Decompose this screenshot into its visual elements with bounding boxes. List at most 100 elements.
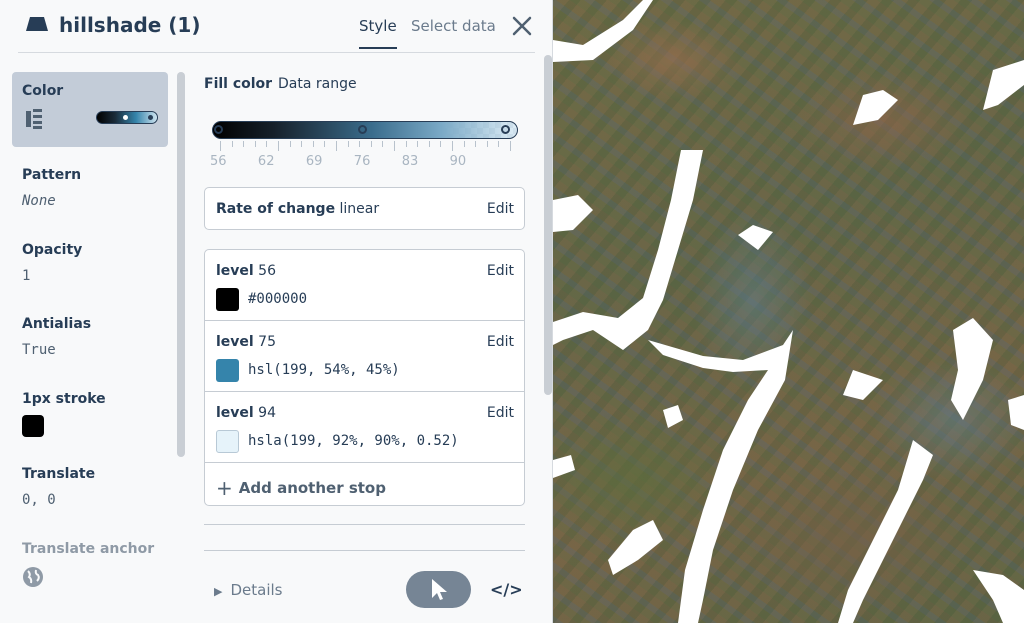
property-label: Translate anchor: [22, 541, 155, 557]
tab-select-data[interactable]: Select data: [411, 17, 496, 35]
ramp-tick: [243, 141, 245, 147]
property-opacity[interactable]: Opacity 1: [12, 231, 168, 295]
ramp-tick-label: 62: [257, 154, 275, 169]
section-divider: [204, 524, 525, 525]
ramp-tick: [417, 141, 419, 147]
mini-color-ramp: [96, 111, 158, 124]
stop-color-value: hsla(199, 92%, 90%, 0.52): [248, 433, 459, 449]
layer-title: hillshade (1): [59, 13, 201, 37]
rate-of-change: Rate of change linear: [216, 201, 379, 217]
add-stop-button[interactable]: + Add another stop: [216, 476, 386, 500]
ramp-tick: [231, 141, 233, 147]
tab-style[interactable]: Style: [359, 17, 397, 49]
ramp-tick-label: 83: [401, 154, 419, 169]
ramp-tick: [498, 141, 500, 147]
map-terrain: [553, 0, 1024, 623]
fill-layer-icon: [26, 17, 48, 31]
stroke-color-swatch: [22, 415, 44, 437]
ramp-tick: [382, 141, 384, 147]
details-toggle[interactable]: ▶ Details: [214, 581, 282, 599]
stop-level: level 56: [216, 263, 276, 279]
property-translate[interactable]: Translate 0, 0: [12, 455, 168, 519]
edit-stop-button[interactable]: Edit: [487, 405, 514, 421]
panel-header: hillshade (1) Style Select data: [0, 0, 553, 54]
code-view-button[interactable]: </>: [490, 580, 523, 599]
property-pattern[interactable]: Pattern None: [12, 156, 168, 220]
ramp-tick-label: 76: [353, 154, 371, 169]
fill-mode-label: Data range: [278, 76, 357, 92]
property-translate-anchor[interactable]: Translate anchor: [12, 529, 168, 603]
style-panel: hillshade (1) Style Select data Color Pa…: [0, 0, 553, 623]
header-divider: [18, 52, 535, 53]
property-list-scrollbar[interactable]: [177, 72, 185, 457]
stop-level: level 75: [216, 334, 276, 350]
stop-color-value: hsl(199, 54%, 45%): [248, 362, 400, 378]
ramp-tick: [510, 141, 511, 151]
property-value: None: [22, 193, 56, 209]
stop-level: level 94: [216, 405, 276, 421]
ramp-tick: [475, 141, 477, 147]
property-label: Opacity: [22, 242, 83, 258]
property-value: 0, 0: [22, 492, 56, 508]
property-value: True: [22, 342, 56, 358]
ramp-tick: [254, 141, 256, 147]
ramp-tick: [266, 141, 268, 147]
pick-feature-button[interactable]: [406, 571, 471, 608]
ramp-tick: [347, 141, 349, 147]
rate-of-change-card: Rate of change linear Edit: [204, 187, 525, 230]
cursor-arrow-icon: [432, 579, 447, 600]
stop-color-swatch[interactable]: [216, 430, 239, 453]
ramp-tick: [289, 141, 291, 147]
data-driven-icon: [26, 109, 42, 129]
property-color[interactable]: Color: [12, 72, 168, 147]
edit-rate-button[interactable]: Edit: [487, 201, 514, 217]
ramp-tick: [278, 141, 279, 151]
ramp-tick: [301, 141, 303, 147]
ramp-stop-handle[interactable]: [358, 125, 367, 134]
ramp-tick: [370, 141, 372, 147]
globe-icon: [23, 567, 43, 587]
plus-icon: +: [216, 476, 233, 500]
edit-stop-button[interactable]: Edit: [487, 334, 514, 350]
property-label: Antialias: [22, 316, 92, 332]
ramp-tick: [324, 141, 326, 147]
property-list: Color Pattern None Opacity 1 Antialias T…: [0, 72, 176, 612]
stop-color-value: #000000: [248, 291, 308, 307]
ramp-stop-handle[interactable]: [214, 125, 223, 134]
caret-right-icon: ▶: [214, 585, 223, 598]
stop-item: level 75 Edit hsl(199, 54%, 45%): [205, 321, 524, 392]
stop-item: level 94 Edit hsla(199, 92%, 90%, 0.52): [205, 392, 524, 463]
fill-color-label: Fill color: [204, 76, 273, 92]
property-label: Translate: [22, 466, 96, 482]
ramp-tick-label: 69: [305, 154, 323, 169]
ramp-tick: [405, 141, 407, 147]
ramp-tick: [359, 141, 361, 147]
ramp-tick-label: 90: [449, 154, 467, 169]
property-stroke[interactable]: 1px stroke: [12, 380, 168, 448]
stops-card: level 56 Edit #000000 level 75 Edit hsl(…: [204, 249, 525, 506]
stop-color-swatch[interactable]: [216, 359, 239, 382]
ramp-stop-handle[interactable]: [501, 125, 510, 134]
editor-scrollbar[interactable]: [544, 55, 552, 395]
close-icon[interactable]: [510, 14, 534, 38]
ramp-tick: [463, 141, 465, 147]
property-label: Pattern: [22, 167, 82, 183]
ramp-tick: [486, 141, 488, 147]
ramp-tick: [220, 141, 221, 151]
stop-color-swatch[interactable]: [216, 288, 239, 311]
ramp-tick: [336, 141, 337, 151]
ramp-tick: [394, 141, 395, 151]
property-label: Color: [22, 83, 64, 99]
rate-of-change-label: Rate of change: [216, 201, 336, 217]
stop-item: level 56 Edit #000000: [205, 250, 524, 321]
rate-of-change-value: linear: [339, 201, 380, 217]
ramp-tick: [452, 141, 453, 151]
section-divider: [204, 550, 525, 551]
map-canvas[interactable]: [553, 0, 1024, 623]
property-antialias[interactable]: Antialias True: [12, 305, 168, 369]
fill-color-editor: Fill color Data range Rate of change lin…: [190, 56, 540, 616]
ramp-tick: [440, 141, 442, 147]
color-ramp[interactable]: [212, 121, 518, 139]
edit-stop-button[interactable]: Edit: [487, 263, 514, 279]
ramp-tick: [312, 141, 314, 147]
